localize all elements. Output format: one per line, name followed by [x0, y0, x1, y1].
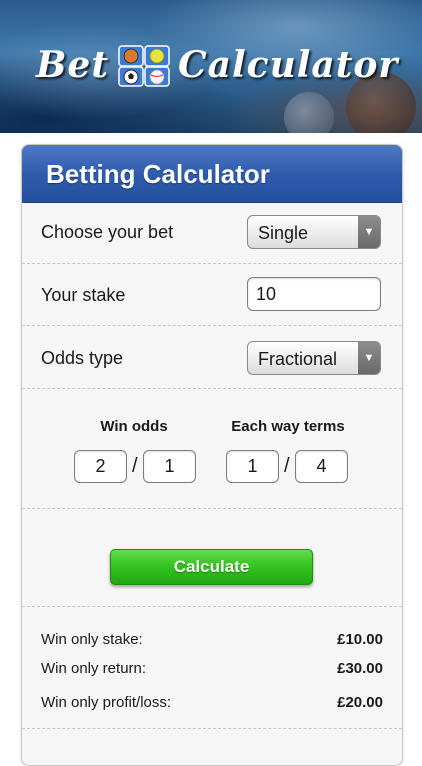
odds-type-label: Odds type [41, 348, 124, 368]
stake-input[interactable] [247, 277, 381, 311]
bet-type-label: Choose your bet [41, 222, 174, 242]
each-way-numerator-input[interactable] [226, 450, 279, 483]
odds-type-row: Odds type Fractional ▼ [22, 326, 402, 389]
app-banner: Bet Calculator [0, 0, 422, 133]
calculate-button[interactable]: Calculate [110, 549, 313, 585]
result-value: £20.00 [337, 694, 383, 711]
result-label: Win only return: [41, 660, 147, 677]
banner-ball-decoration [284, 92, 334, 133]
win-odds-slash: / [132, 455, 138, 477]
sports-balls-icon [118, 45, 170, 87]
each-way-slash: / [284, 455, 290, 477]
each-way-terms-title: Each way terms [231, 418, 345, 435]
results-section: Win only stake: £10.00 Win only return: … [22, 607, 402, 729]
stake-row: Your stake [22, 264, 402, 326]
logo-text-bet: Bet [36, 44, 109, 86]
win-odds-denominator-input[interactable] [143, 450, 196, 483]
bet-type-select[interactable]: Single ▼ [247, 215, 381, 249]
odds-entry-row: Win odds Each way terms / / [22, 389, 402, 509]
triangle-down-icon: ▼ [358, 216, 380, 248]
bet-type-value: Single [258, 223, 309, 243]
odds-type-value: Fractional [258, 349, 338, 369]
triangle-down-icon: ▼ [358, 342, 380, 374]
logo-text-calculator: Calculator [178, 44, 399, 86]
each-way-denominator-input[interactable] [295, 450, 348, 483]
win-odds-title: Win odds [100, 418, 168, 435]
betting-calculator-card: Betting Calculator Choose your bet Singl… [21, 144, 403, 766]
stake-label: Your stake [41, 285, 126, 305]
result-value: £30.00 [337, 660, 383, 677]
result-value: £10.00 [337, 631, 383, 648]
odds-type-select[interactable]: Fractional ▼ [247, 341, 381, 375]
bet-type-row: Choose your bet Single ▼ [22, 203, 402, 264]
card-header: Betting Calculator [22, 145, 402, 203]
result-label: Win only stake: [41, 631, 143, 648]
win-odds-numerator-input[interactable] [74, 450, 127, 483]
result-label: Win only profit/loss: [41, 694, 172, 711]
card-title: Betting Calculator [46, 159, 270, 189]
